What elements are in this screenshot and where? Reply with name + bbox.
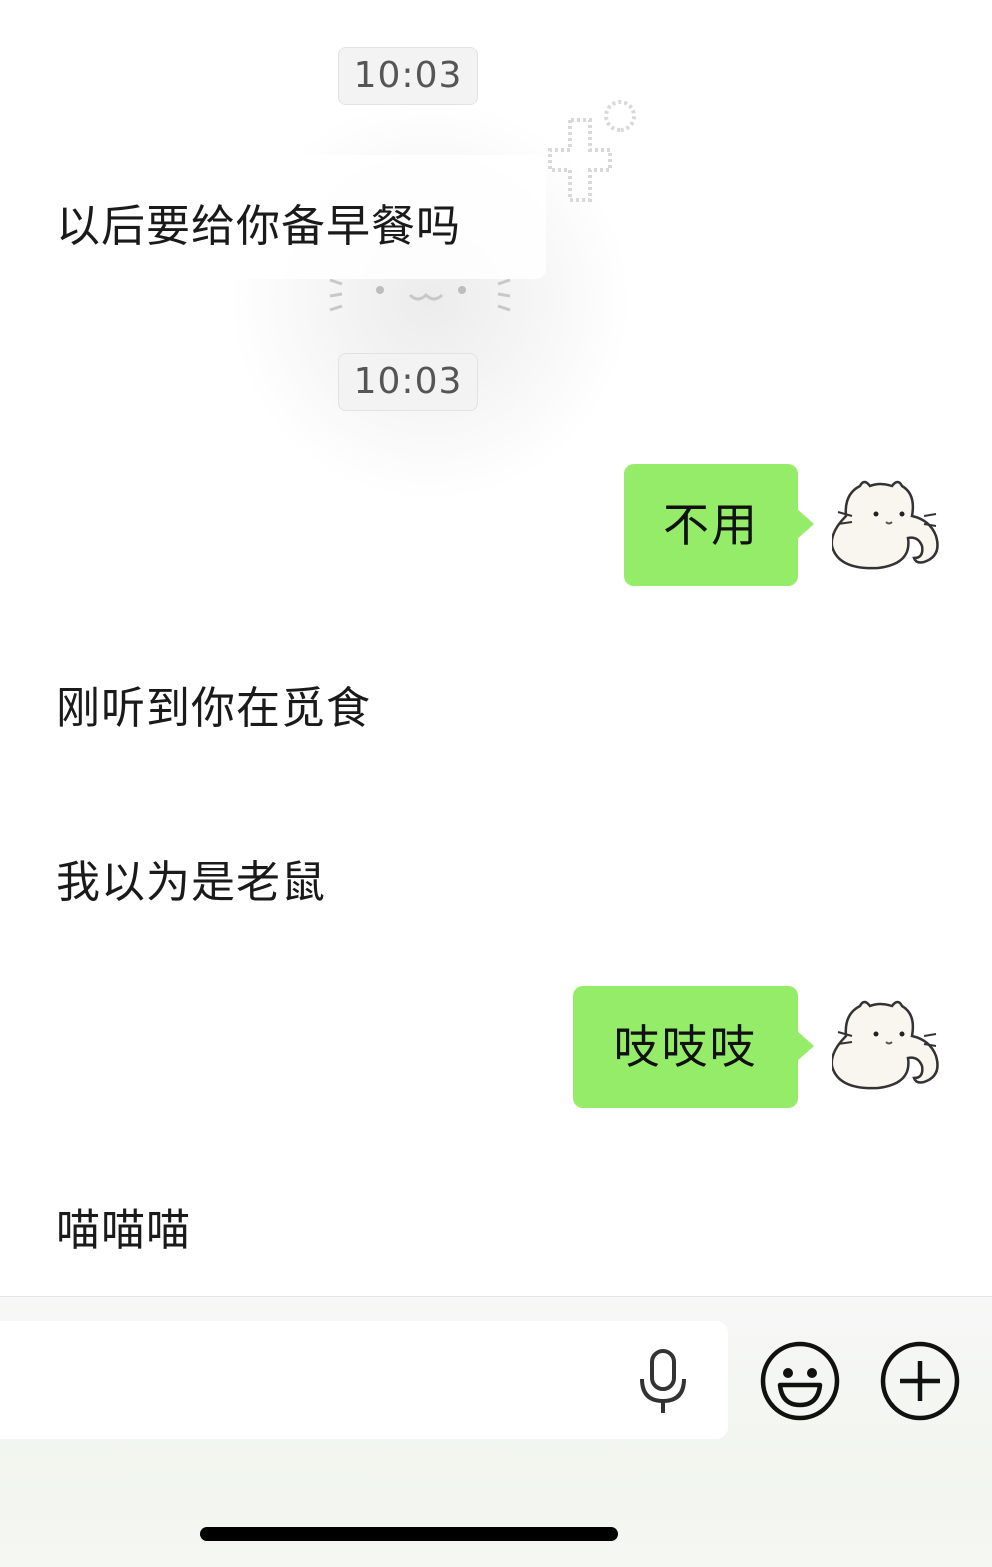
smiley-face-icon[interactable] (760, 1341, 840, 1421)
timestamp: 10:03 (338, 47, 478, 105)
outgoing-message[interactable]: 不用 (624, 464, 814, 586)
plus-icon[interactable] (880, 1341, 960, 1421)
white-cat-icon[interactable] (832, 472, 962, 572)
incoming-message: 我以为是老鼠 (56, 857, 326, 908)
home-indicator (200, 1527, 618, 1541)
outgoing-message[interactable]: 吱吱吱 (573, 986, 814, 1108)
chat-area: 10:03 以后要给你备早餐吗 10:03 不用 刚听到你在觅食 我以为是老鼠 … (0, 0, 992, 1296)
message-input[interactable] (0, 1321, 728, 1439)
timestamp: 10:03 (338, 353, 478, 411)
microphone-icon[interactable] (636, 1349, 690, 1415)
incoming-message: 刚听到你在觅食 (56, 683, 371, 734)
incoming-message: 喵喵喵 (56, 1205, 191, 1256)
input-bar (0, 1296, 992, 1567)
white-cat-icon[interactable] (832, 992, 962, 1092)
incoming-message: 以后要给你备早餐吗 (56, 201, 461, 252)
